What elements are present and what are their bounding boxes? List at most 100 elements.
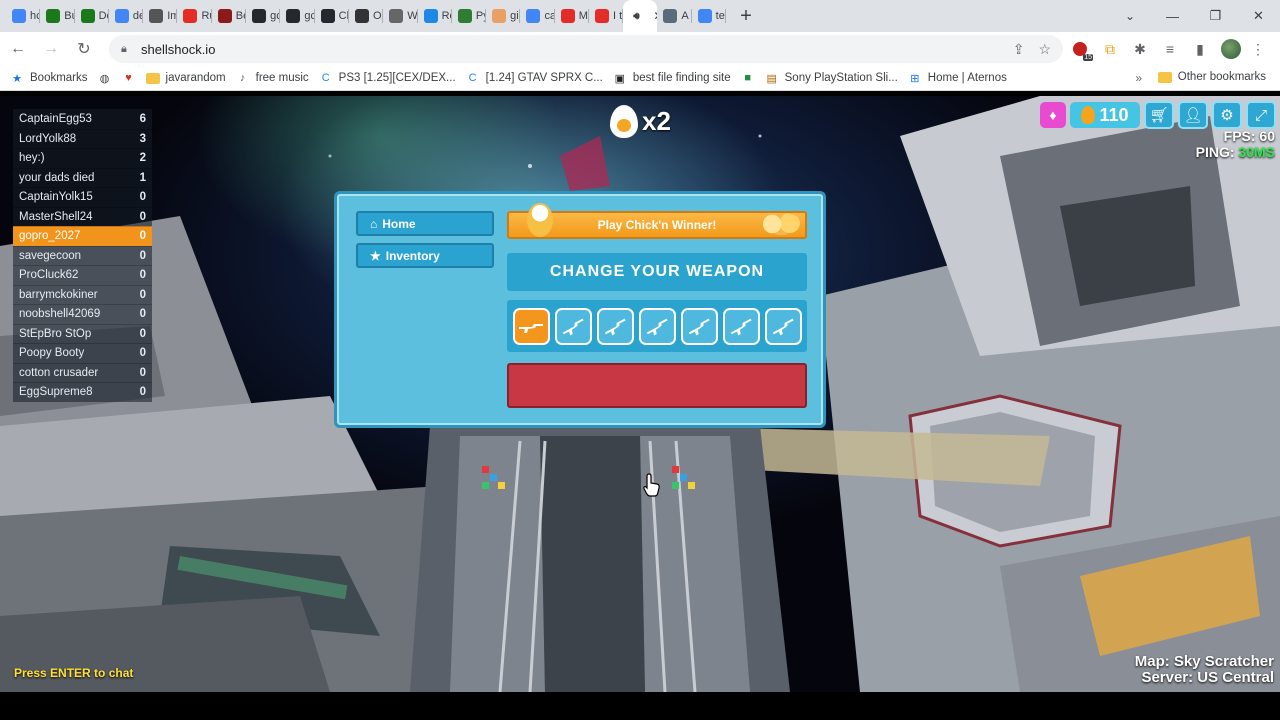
gem-icon[interactable]: ♦ bbox=[1040, 102, 1066, 128]
extension-icon[interactable]: ⧉ bbox=[1097, 36, 1123, 62]
bookmark-item[interactable]: C [1.24] GTAV SPRX C... bbox=[466, 71, 603, 85]
shop-cart-icon[interactable]: 🛒︎ bbox=[1144, 101, 1174, 129]
coins-icon bbox=[759, 213, 803, 235]
other-bookmarks[interactable]: Other bookmarks bbox=[1157, 71, 1266, 83]
tab-title: Dc bbox=[98, 10, 109, 22]
home-icon: ⌂ bbox=[370, 216, 378, 231]
youtube-icon bbox=[560, 9, 575, 23]
browser-tab[interactable]: Be bbox=[212, 0, 247, 32]
egg-balance[interactable]: 110 bbox=[1070, 102, 1140, 128]
browser-tab[interactable]: gc bbox=[280, 0, 315, 32]
reading-list-icon[interactable]: ≡ bbox=[1157, 36, 1183, 62]
bookmark-item[interactable]: ◍ bbox=[98, 71, 112, 85]
new-tab-button[interactable]: + bbox=[732, 2, 760, 30]
browser-tab[interactable]: gi bbox=[486, 0, 521, 32]
bookmark-item[interactable]: ★ Bookmarks bbox=[10, 71, 87, 85]
side-panel-icon[interactable]: ▮ bbox=[1187, 36, 1213, 62]
weapon-slot-tri-hard[interactable] bbox=[764, 307, 802, 345]
puzzle-icon[interactable]: ✱ bbox=[1127, 36, 1153, 62]
browser-tab[interactable]: A bbox=[657, 0, 692, 32]
browser-tab[interactable]: W bbox=[383, 0, 418, 32]
user-icon[interactable]: 👤︎ bbox=[1178, 101, 1208, 129]
map-name: Map: Sky Scratcher bbox=[1134, 653, 1274, 670]
browser-tab[interactable]: te bbox=[692, 0, 726, 32]
bag-icon: ▣ bbox=[614, 72, 626, 85]
address-bar[interactable]: 🔒︎ shellshock.io ⇪ ☆ bbox=[109, 35, 1063, 63]
player-score: 0 bbox=[139, 386, 146, 399]
weapon-slot-whipper[interactable] bbox=[680, 307, 718, 345]
bookmark-item[interactable]: javarandom bbox=[145, 71, 226, 85]
player-score: 0 bbox=[139, 366, 146, 379]
player-name: savegecoon bbox=[19, 249, 82, 262]
player-name: cotton crusader bbox=[19, 366, 99, 379]
weapon-slot-eggk-47[interactable] bbox=[512, 307, 550, 345]
player-name: StEpBro StOp bbox=[19, 327, 92, 340]
browser-tab[interactable]: de bbox=[109, 0, 144, 32]
browser-tab[interactable]: ca bbox=[520, 0, 555, 32]
close-window-icon[interactable]: ✕ bbox=[1237, 0, 1280, 32]
tabs-container: hc Bu Dc de Im Ru Be gc gc Cl O; W Re Py gi ca M I t🔊︎✕ At… bbox=[0, 0, 726, 32]
browser-tab[interactable]: hc bbox=[6, 0, 41, 32]
weapon-slot-free-ranger[interactable] bbox=[596, 307, 634, 345]
weapon-slot-scrambler[interactable] bbox=[554, 307, 592, 345]
browser-tab[interactable]: Ru bbox=[177, 0, 212, 32]
bookmark-item[interactable]: ♪ free music bbox=[236, 71, 309, 85]
browser-tab[interactable]: Py bbox=[452, 0, 487, 32]
browser-tab[interactable]: gc bbox=[246, 0, 281, 32]
settings-gear-icon[interactable]: ⚙ bbox=[1212, 101, 1242, 129]
avatar[interactable] bbox=[1221, 39, 1241, 59]
chickn-winner-button[interactable]: Play Chick'n Winner! bbox=[507, 203, 807, 239]
browser-tab[interactable]: Bu bbox=[40, 0, 75, 32]
restore-icon[interactable]: ❐ bbox=[1194, 0, 1237, 32]
browser-tab[interactable]: Im bbox=[143, 0, 178, 32]
fullscreen-icon[interactable]: ⤢ bbox=[1246, 101, 1276, 129]
browser-tab[interactable]: I t bbox=[589, 0, 624, 32]
tab-title: A bbox=[681, 10, 689, 22]
bookmark-item[interactable]: ▣ best file finding site bbox=[613, 71, 731, 85]
player-score: 0 bbox=[139, 347, 146, 360]
chat-hint: Press ENTER to chat bbox=[14, 666, 134, 680]
bookmark-item[interactable]: ■ bbox=[741, 71, 755, 85]
forward-icon[interactable]: → bbox=[36, 34, 66, 64]
lock-icon: 🔒︎ bbox=[121, 43, 127, 55]
extension-icon[interactable]: 15 bbox=[1067, 36, 1093, 62]
browser-toolbar: ← → ↻ 🔒︎ shellshock.io ⇪ ☆ 15 ⧉ ✱ ≡ ▮ ⋮ bbox=[0, 32, 1280, 66]
player-score: 1 bbox=[139, 171, 146, 184]
bookmark-star-icon[interactable]: ☆ bbox=[1038, 41, 1051, 58]
top-right-hud: ♦ 110 🛒︎ 👤︎ ⚙ ⤢ bbox=[1040, 101, 1276, 129]
minimize-icon[interactable]: — bbox=[1151, 0, 1194, 32]
fps-readout: FPS: 60 bbox=[1223, 128, 1275, 144]
reload-icon[interactable]: ↻ bbox=[69, 34, 99, 64]
menu-icon[interactable]: ⋮ bbox=[1245, 36, 1271, 62]
bookmark-item[interactable]: ⊞ Home | Aternos bbox=[908, 71, 1007, 85]
chevron-right-icon[interactable]: » bbox=[1135, 71, 1142, 85]
bookmark-item[interactable]: ♥ bbox=[122, 71, 136, 85]
browser-tab[interactable]: O; bbox=[349, 0, 384, 32]
scoreboard-row: StEpBro StOp 0 bbox=[13, 323, 152, 343]
tab-title: ca bbox=[544, 10, 555, 22]
bookmark-item[interactable]: C PS3 [1.25][CEX/DEX... bbox=[319, 71, 456, 85]
weapon-slot-crackshot[interactable] bbox=[722, 307, 760, 345]
back-icon[interactable]: ← bbox=[3, 34, 33, 64]
hand-cursor-icon bbox=[643, 473, 660, 497]
browser-tab[interactable]: Re bbox=[418, 0, 452, 32]
home-button[interactable]: ⌂ Home bbox=[356, 211, 494, 236]
egg-count: 110 bbox=[1099, 104, 1129, 125]
google-g-icon bbox=[526, 9, 541, 23]
browser-tab[interactable]: M bbox=[555, 0, 590, 32]
play-button[interactable] bbox=[507, 363, 807, 408]
youtube-icon bbox=[595, 9, 610, 23]
bookmark-item[interactable]: ▤ Sony PlayStation Sli... bbox=[765, 71, 897, 85]
share-icon[interactable]: ⇪ bbox=[1013, 41, 1025, 58]
game-viewport[interactable]: CaptainEgg53 6 LordYolk88 3 hey:) 2 your dads … bbox=[0, 96, 1280, 692]
tab-search-icon[interactable]: ⌄ bbox=[1120, 6, 1140, 26]
kill-multiplier: x2 bbox=[642, 106, 671, 136]
hand-icon bbox=[492, 9, 507, 23]
tab-title: te bbox=[715, 10, 725, 22]
browser-tab[interactable]: 🔊︎✕ bbox=[623, 0, 658, 32]
browser-tab[interactable]: Dc bbox=[75, 0, 109, 32]
inventory-button[interactable]: ★ Inventory bbox=[356, 243, 494, 268]
google-g-icon bbox=[697, 9, 712, 23]
weapon-slot-rpegg[interactable] bbox=[638, 307, 676, 345]
browser-tab[interactable]: Cl bbox=[315, 0, 349, 32]
